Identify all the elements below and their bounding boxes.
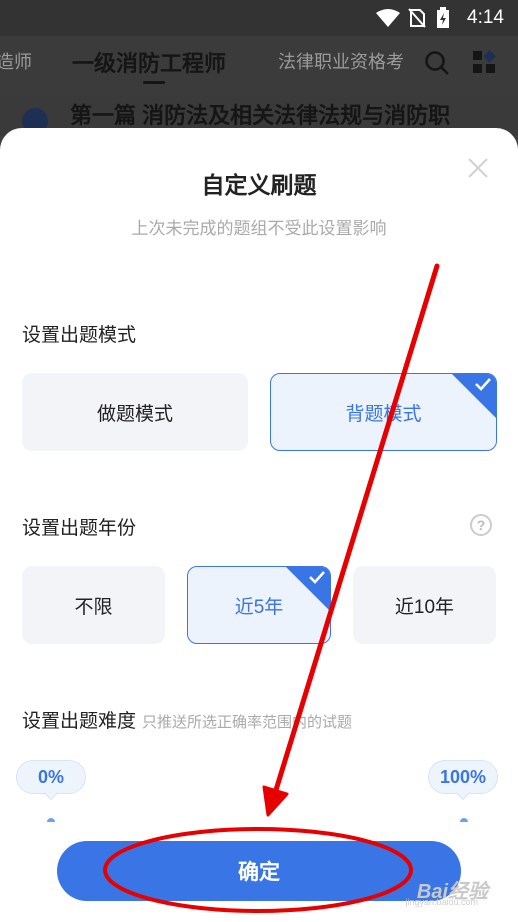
- tab-prev[interactable]: 造师: [0, 48, 32, 74]
- difficulty-hint: 只推送所选正确率范围内的试题: [142, 714, 353, 731]
- max-slider-handle[interactable]: [460, 818, 468, 822]
- option-label: 做题模式: [96, 403, 173, 425]
- active-tab-indicator: [143, 81, 165, 84]
- year-option-10[interactable]: 近10年: [353, 566, 496, 644]
- check-icon: [475, 378, 491, 391]
- wifi-icon: [376, 9, 400, 27]
- option-label: 背题模式: [345, 403, 422, 425]
- min-slider-handle[interactable]: [47, 818, 55, 822]
- help-icon[interactable]: ?: [470, 514, 492, 536]
- check-icon: [309, 571, 325, 584]
- search-icon[interactable]: [424, 50, 450, 76]
- memorize-mode-option[interactable]: 背题模式: [270, 373, 497, 451]
- option-label: 不限: [74, 596, 113, 618]
- tab-fire-engineer[interactable]: 一级消防工程师: [72, 46, 226, 78]
- custom-practice-sheet: 自定义刷题 上次未完成的题组不受此设置影响 设置出题模式 做题模式 背题模式 设…: [0, 128, 518, 922]
- difficulty-label: 设置出题难度: [22, 711, 137, 732]
- practice-mode-option[interactable]: 做题模式: [22, 373, 248, 451]
- year-option-5[interactable]: 近5年: [187, 566, 331, 644]
- sheet-title: 自定义刷题: [201, 172, 317, 198]
- tab-legal-qualification[interactable]: 法律职业资格考: [278, 48, 404, 74]
- status-bar: 4:14: [0, 0, 518, 36]
- no-sim-icon: [408, 8, 426, 28]
- chapter-title: 第一篇 消防法及相关法律法规与消防职: [70, 103, 451, 128]
- clock-time: 4:14: [467, 7, 504, 28]
- sheet-subtitle: 上次未完成的题组不受此设置影响: [131, 219, 387, 238]
- mode-section-label: 设置出题模式: [22, 325, 137, 346]
- battery-charging-icon: [437, 7, 449, 28]
- exam-tab-bar: 造师 一级消防工程师 法律职业资格考: [0, 36, 518, 96]
- option-label: 近5年: [234, 596, 284, 618]
- year-section-label: 设置出题年份: [22, 518, 137, 539]
- year-option-any[interactable]: 不限: [22, 566, 165, 644]
- category-grid-icon[interactable]: [472, 50, 496, 74]
- confirm-button[interactable]: 确定: [57, 841, 461, 901]
- difficulty-section-label: 设置出题难度 只推送所选正确率范围内的试题: [22, 706, 352, 733]
- baidu-watermark-url: jingyan.baidu.com: [405, 897, 478, 907]
- option-label: 近10年: [394, 596, 455, 618]
